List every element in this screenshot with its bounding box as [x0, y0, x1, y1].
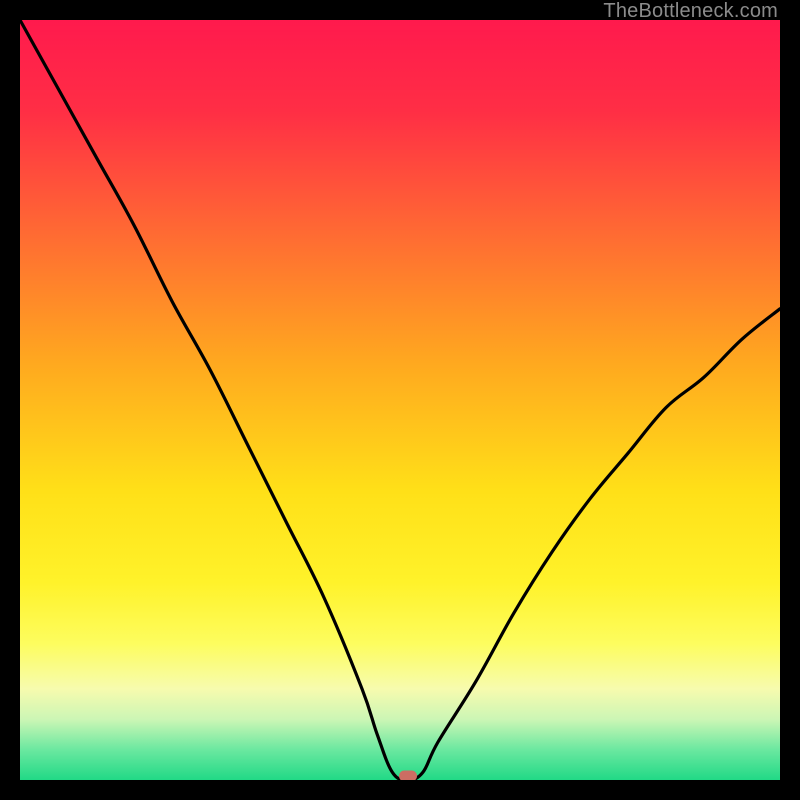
watermark-label: TheBottleneck.com	[603, 0, 778, 23]
chart-frame: { "watermark": "TheBottleneck.com", "col…	[0, 0, 800, 800]
bottleneck-curve	[20, 20, 780, 780]
optimal-point-marker	[399, 771, 417, 780]
plot-area	[20, 20, 780, 780]
